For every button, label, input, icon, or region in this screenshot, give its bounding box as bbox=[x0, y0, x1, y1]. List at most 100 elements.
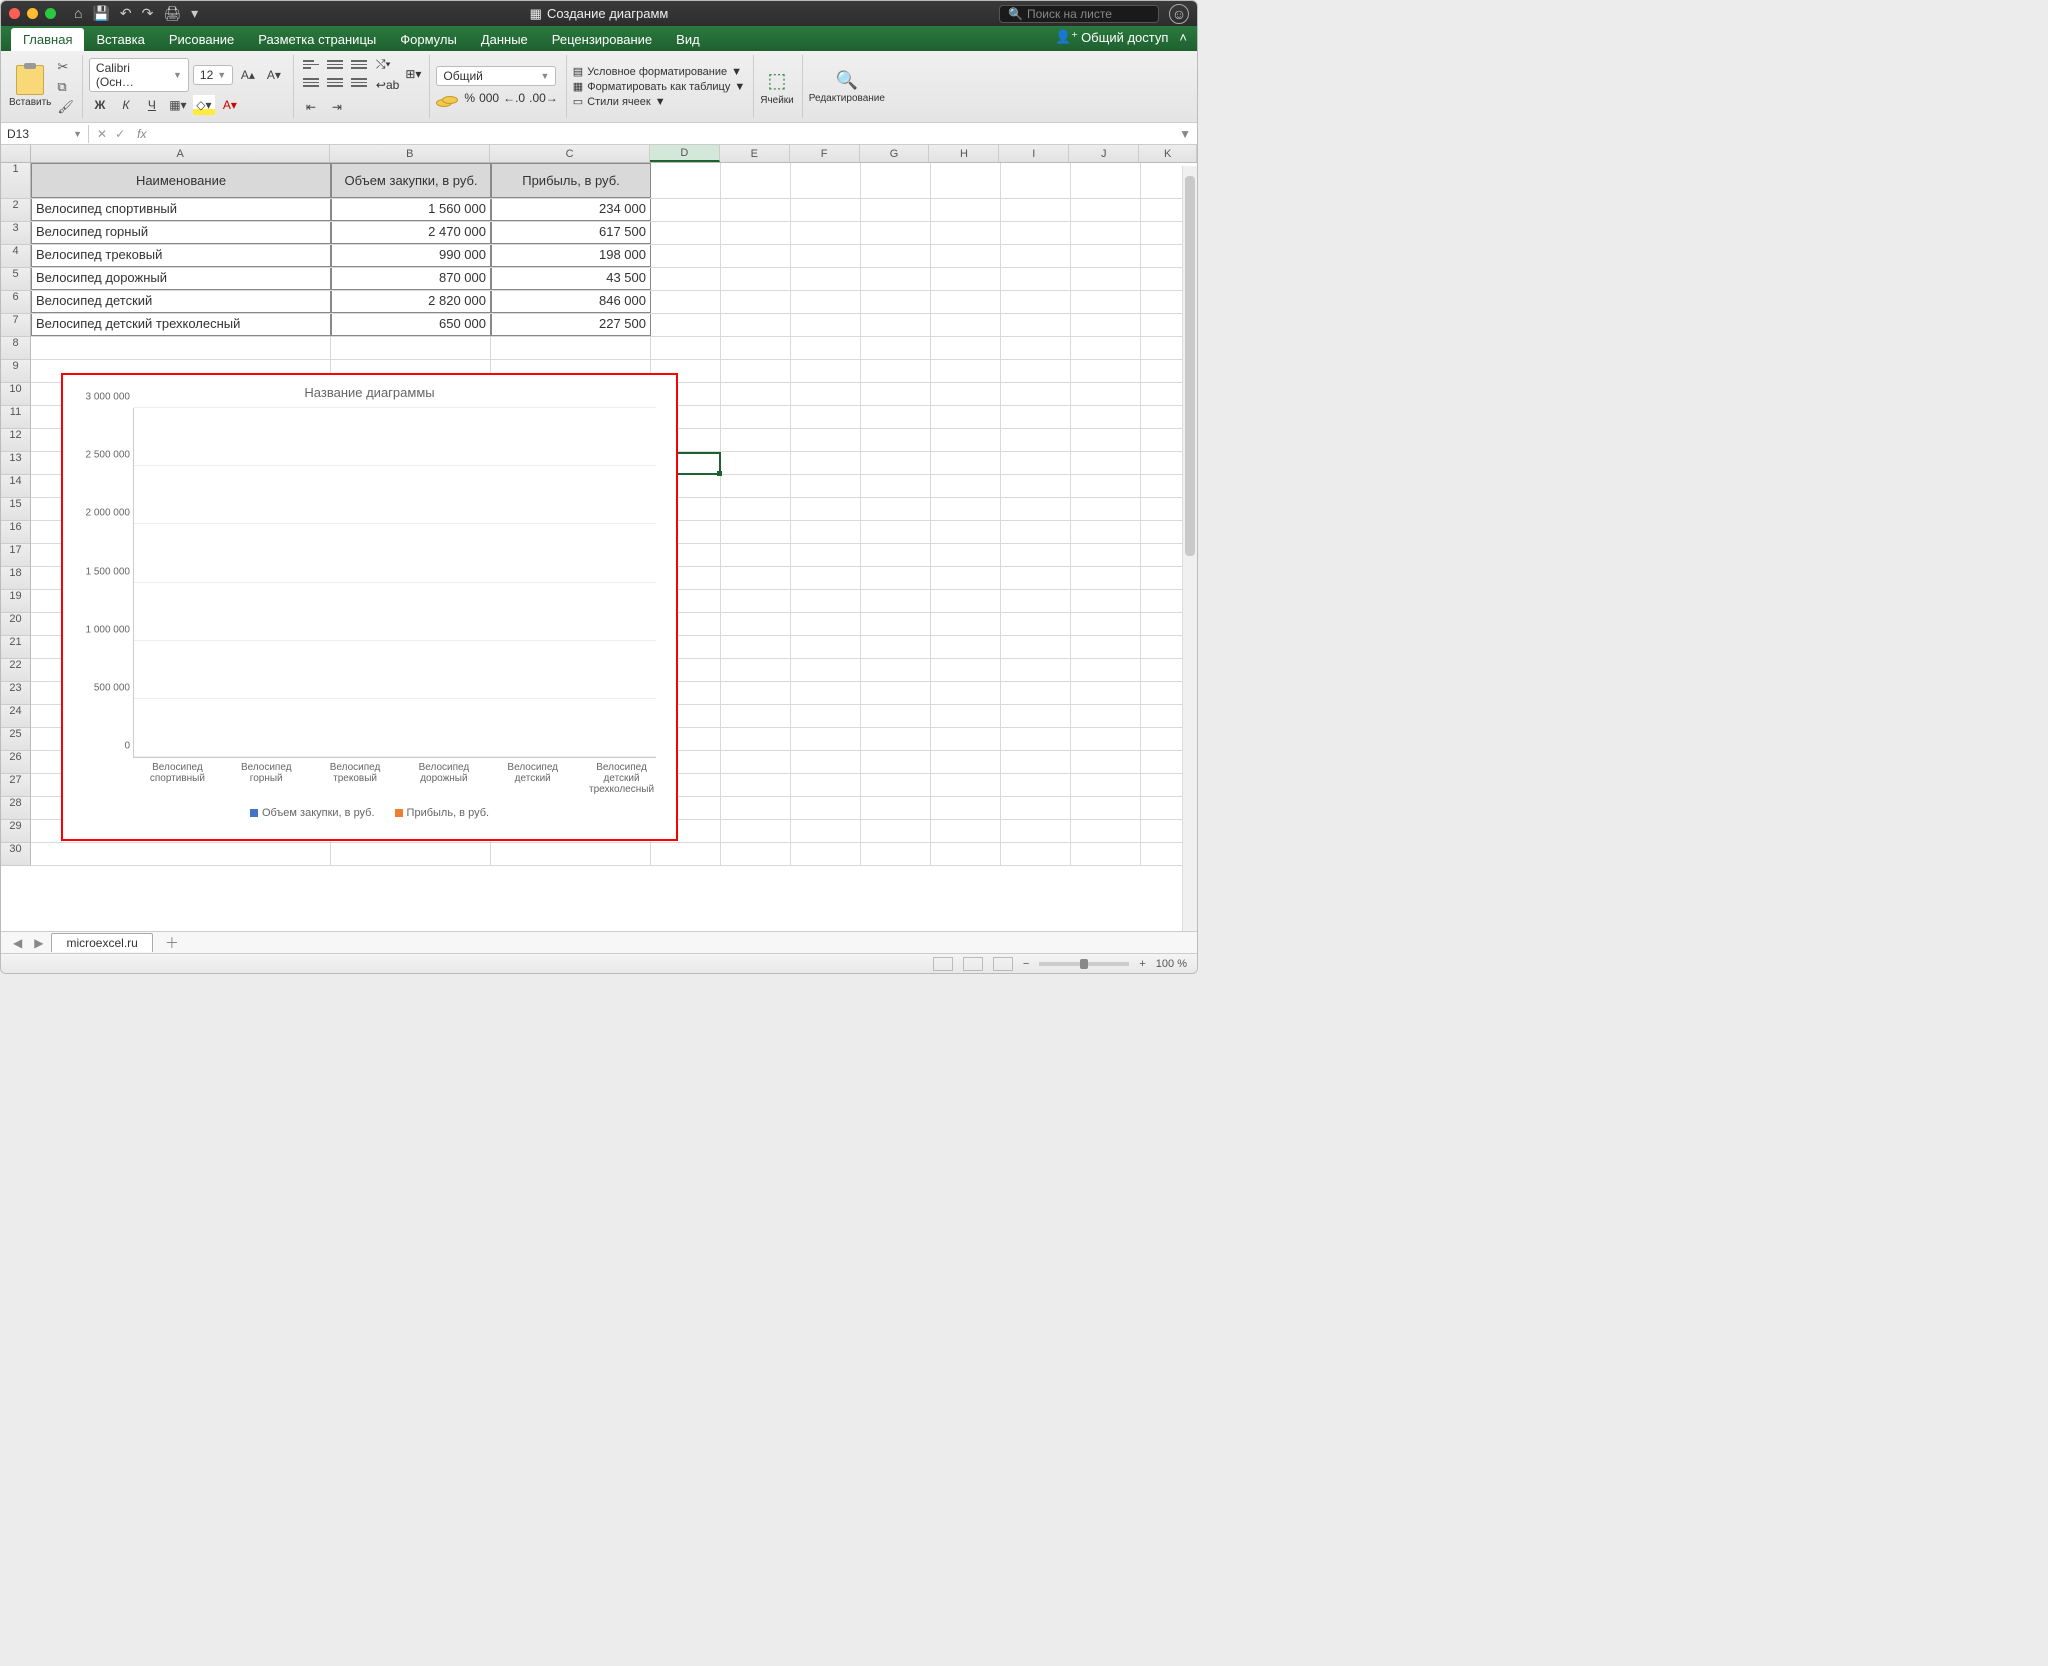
cell-E27[interactable] bbox=[721, 774, 791, 796]
cell-C6[interactable]: 846 000 bbox=[491, 291, 651, 313]
cell-D30[interactable] bbox=[651, 843, 721, 865]
cell-G1[interactable] bbox=[861, 163, 931, 198]
cell-G13[interactable] bbox=[861, 452, 931, 474]
close-window-button[interactable] bbox=[9, 8, 20, 19]
row-header-4[interactable]: 4 bbox=[1, 245, 31, 268]
cell-J1[interactable] bbox=[1071, 163, 1141, 198]
cell-I2[interactable] bbox=[1001, 199, 1071, 221]
cell-E26[interactable] bbox=[721, 751, 791, 773]
cell-I25[interactable] bbox=[1001, 728, 1071, 750]
sheet-nav-next-icon[interactable]: ▶ bbox=[30, 936, 47, 950]
cells-area[interactable]: НаименованиеОбъем закупки, в руб.Прибыль… bbox=[31, 163, 1198, 866]
cell-B1[interactable]: Объем закупки, в руб. bbox=[331, 163, 491, 198]
cell-E28[interactable] bbox=[721, 797, 791, 819]
cell-I29[interactable] bbox=[1001, 820, 1071, 842]
cell-G29[interactable] bbox=[861, 820, 931, 842]
cell-G18[interactable] bbox=[861, 567, 931, 589]
redo-icon[interactable]: ↷ bbox=[142, 5, 154, 22]
cell-E30[interactable] bbox=[721, 843, 791, 865]
cell-J21[interactable] bbox=[1071, 636, 1141, 658]
cell-J22[interactable] bbox=[1071, 659, 1141, 681]
cell-F2[interactable] bbox=[791, 199, 861, 221]
cell-I28[interactable] bbox=[1001, 797, 1071, 819]
cell-D6[interactable] bbox=[651, 291, 721, 313]
row-header-7[interactable]: 7 bbox=[1, 314, 31, 337]
cell-E17[interactable] bbox=[721, 544, 791, 566]
bold-button[interactable]: Ж bbox=[89, 95, 111, 115]
cell-I16[interactable] bbox=[1001, 521, 1071, 543]
row-header-8[interactable]: 8 bbox=[1, 337, 31, 360]
row-header-26[interactable]: 26 bbox=[1, 751, 31, 774]
cell-F18[interactable] bbox=[791, 567, 861, 589]
cell-J9[interactable] bbox=[1071, 360, 1141, 382]
cell-D5[interactable] bbox=[651, 268, 721, 290]
cell-E16[interactable] bbox=[721, 521, 791, 543]
cell-J15[interactable] bbox=[1071, 498, 1141, 520]
row-header-3[interactable]: 3 bbox=[1, 222, 31, 245]
page-break-view-icon[interactable] bbox=[993, 957, 1013, 971]
cell-E14[interactable] bbox=[721, 475, 791, 497]
cell-F26[interactable] bbox=[791, 751, 861, 773]
minimize-window-button[interactable] bbox=[27, 8, 38, 19]
page-layout-view-icon[interactable] bbox=[963, 957, 983, 971]
cell-F6[interactable] bbox=[791, 291, 861, 313]
cell-C7[interactable]: 227 500 bbox=[491, 314, 651, 336]
row-header-27[interactable]: 27 bbox=[1, 774, 31, 797]
cell-E18[interactable] bbox=[721, 567, 791, 589]
cell-G3[interactable] bbox=[861, 222, 931, 244]
align-top-left-icon[interactable] bbox=[300, 57, 322, 73]
row-header-13[interactable]: 13 bbox=[1, 452, 31, 475]
cell-I11[interactable] bbox=[1001, 406, 1071, 428]
ribbon-tab-Данные[interactable]: Данные bbox=[469, 28, 540, 51]
ribbon-tab-Вид[interactable]: Вид bbox=[664, 28, 712, 51]
zoom-slider[interactable] bbox=[1039, 962, 1129, 966]
column-header-A[interactable]: A bbox=[31, 145, 331, 162]
cell-I15[interactable] bbox=[1001, 498, 1071, 520]
cell-G20[interactable] bbox=[861, 613, 931, 635]
cell-H19[interactable] bbox=[931, 590, 1001, 612]
home-icon[interactable]: ⌂ bbox=[74, 5, 82, 22]
row-header-15[interactable]: 15 bbox=[1, 498, 31, 521]
wrap-text-icon[interactable]: ↩ab bbox=[376, 78, 399, 92]
expand-formula-bar-icon[interactable]: ▼ bbox=[1173, 127, 1197, 141]
cell-G23[interactable] bbox=[861, 682, 931, 704]
column-header-I[interactable]: I bbox=[999, 145, 1069, 162]
font-size-dropdown[interactable]: 12▼ bbox=[193, 65, 233, 85]
cell-G10[interactable] bbox=[861, 383, 931, 405]
cell-F17[interactable] bbox=[791, 544, 861, 566]
cell-F9[interactable] bbox=[791, 360, 861, 382]
cell-J3[interactable] bbox=[1071, 222, 1141, 244]
cell-D8[interactable] bbox=[651, 337, 721, 359]
chevron-up-icon[interactable]: ˄ bbox=[1179, 30, 1187, 45]
cell-J5[interactable] bbox=[1071, 268, 1141, 290]
cell-I19[interactable] bbox=[1001, 590, 1071, 612]
cell-G22[interactable] bbox=[861, 659, 931, 681]
cell-E19[interactable] bbox=[721, 590, 791, 612]
cell-D3[interactable] bbox=[651, 222, 721, 244]
cell-E9[interactable] bbox=[721, 360, 791, 382]
cell-I14[interactable] bbox=[1001, 475, 1071, 497]
row-header-19[interactable]: 19 bbox=[1, 590, 31, 613]
cell-H6[interactable] bbox=[931, 291, 1001, 313]
cell-G12[interactable] bbox=[861, 429, 931, 451]
cell-I22[interactable] bbox=[1001, 659, 1071, 681]
row-header-18[interactable]: 18 bbox=[1, 567, 31, 590]
cell-H8[interactable] bbox=[931, 337, 1001, 359]
cell-F19[interactable] bbox=[791, 590, 861, 612]
cell-G19[interactable] bbox=[861, 590, 931, 612]
cell-C3[interactable]: 617 500 bbox=[491, 222, 651, 244]
cell-H21[interactable] bbox=[931, 636, 1001, 658]
cell-J24[interactable] bbox=[1071, 705, 1141, 727]
row-header-28[interactable]: 28 bbox=[1, 797, 31, 820]
cell-G4[interactable] bbox=[861, 245, 931, 267]
cell-I8[interactable] bbox=[1001, 337, 1071, 359]
cell-I10[interactable] bbox=[1001, 383, 1071, 405]
name-box[interactable]: D13 ▼ bbox=[1, 125, 89, 143]
cell-F4[interactable] bbox=[791, 245, 861, 267]
zoom-level[interactable]: 100 % bbox=[1156, 958, 1187, 970]
cell-F1[interactable] bbox=[791, 163, 861, 198]
column-header-E[interactable]: E bbox=[720, 145, 790, 162]
cells-button[interactable]: ⬚ Ячейки bbox=[760, 68, 794, 106]
copy-icon[interactable]: ⧉ bbox=[57, 79, 74, 95]
cell-F5[interactable] bbox=[791, 268, 861, 290]
